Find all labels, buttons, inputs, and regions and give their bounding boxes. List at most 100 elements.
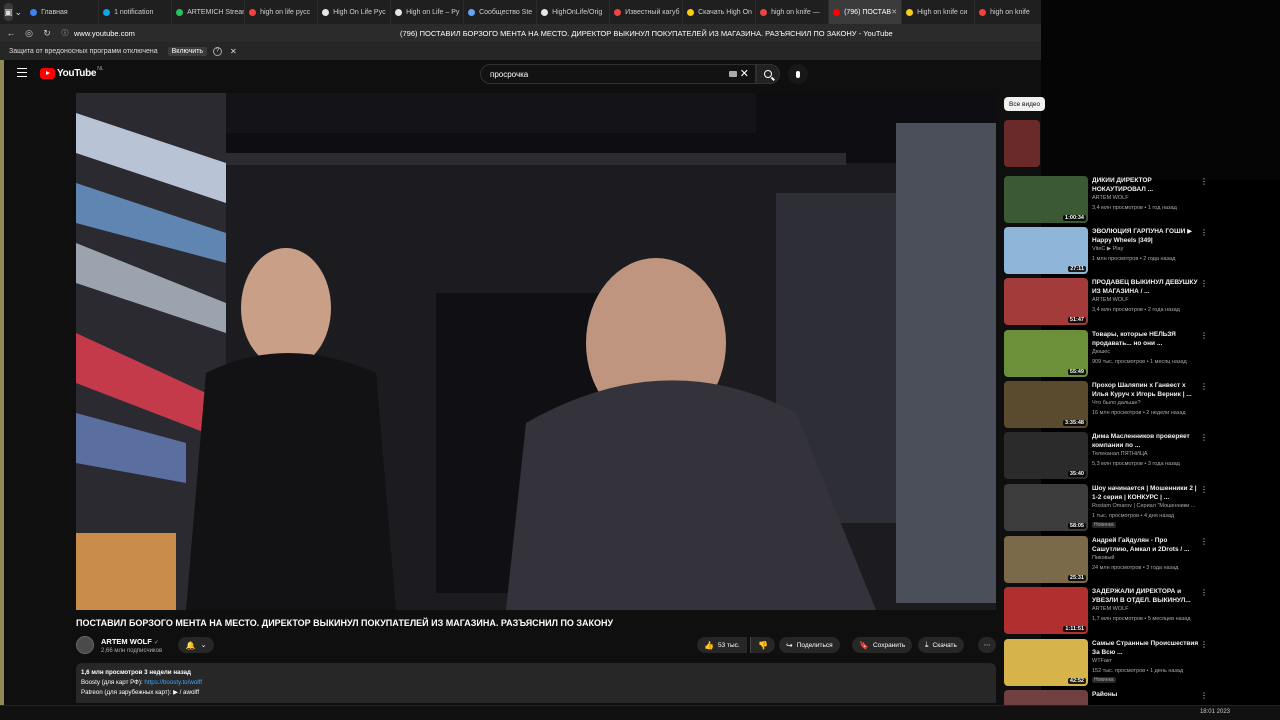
dislike-button[interactable]: 👎	[750, 637, 775, 653]
channel-avatar[interactable]	[76, 636, 94, 654]
like-button[interactable]: 👍 53 тыс.	[697, 637, 747, 653]
more-vert-icon[interactable]: ⋮	[1200, 177, 1208, 186]
browser-tab[interactable]: (796) ПОСТАВ ✕	[829, 0, 903, 24]
recommendation-item[interactable]: 3:35:48 Прохор Шаляпин х Ганвест х Илья К…	[1004, 381, 1210, 428]
reload-menu-icon[interactable]: ◎	[22, 28, 36, 39]
menu-icon[interactable]	[17, 68, 27, 77]
more-vert-icon[interactable]: ⋮	[1200, 228, 1208, 237]
recommendation-channel: ARTEM WOLF	[1092, 606, 1129, 612]
more-vert-icon[interactable]: ⋮	[1200, 691, 1208, 700]
recommendation-item[interactable]: Районы ⋮	[1004, 690, 1210, 705]
url-text[interactable]: www.youtube.com	[74, 29, 135, 38]
recommendation-item[interactable]: 42:52 Самые Странные Происшествия За Всю …	[1004, 639, 1210, 686]
more-vert-icon[interactable]: ⋮	[1200, 279, 1208, 288]
recommendation-partial[interactable]	[1004, 120, 1210, 167]
filter-chip-all[interactable]: Все видео	[1004, 97, 1046, 111]
recommendation-meta: 909 тыс. просмотров • 1 месяц назад	[1092, 359, 1187, 365]
workspace-icon[interactable]: ▣	[4, 3, 13, 21]
recommendation-title: Шоу начинается | Мошенники 2 | 1-2 серия…	[1092, 485, 1197, 501]
help-icon[interactable]: ?	[213, 46, 223, 56]
browser-tab[interactable]: Сообщество Ste	[464, 0, 538, 24]
more-vert-icon[interactable]: ⋮	[1200, 331, 1208, 340]
recommendation-title: ДИКИЙ ДИРЕКТОР НОКАУТИРОВАЛ ...	[1092, 177, 1154, 193]
thumbnail: 27:11	[1004, 227, 1088, 274]
clear-search-icon[interactable]: ✕	[740, 67, 749, 80]
site-info-icon[interactable]: ⓘ	[58, 28, 72, 38]
browser-tab[interactable]: High on Life – Py	[391, 0, 465, 24]
browser-tab[interactable]: ARTEMICH Stream	[172, 0, 246, 24]
tab-favicon-icon	[833, 8, 841, 16]
browser-tab[interactable]: 1 notification	[99, 0, 173, 24]
tab-label: (796) ПОСТАВ	[844, 8, 892, 16]
more-actions-button[interactable]: ⋯	[978, 637, 996, 653]
search-input[interactable]: просрочка ✕	[480, 64, 756, 84]
description-stats: 1,6 млн просмотров 3 недели назад	[81, 669, 191, 676]
tab-list-icon[interactable]: ⌄	[15, 3, 23, 21]
browser-tab[interactable]: high on knife	[975, 0, 1041, 24]
clock: 18:01 2023	[1199, 709, 1230, 715]
browser-tab[interactable]: Известный кагуб	[610, 0, 684, 24]
recommendation-channel: Rostam Omarov | Сериал "Мошенники ...	[1092, 503, 1196, 509]
thumbnail: 35:40	[1004, 432, 1088, 479]
description-box[interactable]: 1,6 млн просмотров 3 недели назад Boosty…	[76, 663, 996, 703]
recommendation-item[interactable]: 27:11 ЭВОЛЮЦИЯ ГАРПУНА ГОШИ ▶ Happy Wheel…	[1004, 227, 1210, 274]
tab-favicon-icon	[395, 8, 403, 16]
video-player[interactable]	[76, 93, 996, 610]
tab-label: High on knife си	[917, 8, 968, 16]
voice-search-button[interactable]	[788, 64, 808, 84]
thumbnail	[1004, 690, 1088, 705]
bell-icon: 🔔	[185, 640, 196, 650]
keyboard-icon[interactable]	[729, 71, 737, 77]
new-badge: Новинка	[1092, 522, 1116, 528]
recommendation-item[interactable]: 55:49 Товары, которые НЕЛЬЗЯ продавать...…	[1004, 330, 1210, 377]
share-button[interactable]: ↪ Поделиться	[779, 637, 840, 653]
tab-label: 1 notification	[114, 8, 154, 16]
browser-tab[interactable]: High On Life Pyc	[318, 0, 392, 24]
thumbnail: 42:52	[1004, 639, 1088, 686]
recommendation-item[interactable]: 35:40 Дима Масленников проверяет компании…	[1004, 432, 1210, 479]
new-badge: Новинка	[1092, 677, 1116, 683]
more-vert-icon[interactable]: ⋮	[1200, 433, 1208, 442]
more-vert-icon[interactable]: ⋮	[1200, 537, 1208, 546]
recommendation-meta: 152 тыс. просмотров • 1 день назад	[1092, 668, 1184, 674]
boosty-link[interactable]: https://boosty.to/wolff	[144, 679, 202, 686]
recommendation-item[interactable]: 58:05 Шоу начинается | Мошенники 2 | 1-2 …	[1004, 484, 1210, 531]
duration-badge: 42:52	[1067, 678, 1086, 684]
boosty-label: Boosty (для карт РФ):	[81, 679, 145, 686]
recommendation-item[interactable]: 51:47 ПРОДАВЕЦ ВЫКИНУЛ ДЕВУШКУ ИЗ МАГАЗИН…	[1004, 278, 1210, 325]
browser-tab[interactable]: Скачать High On	[683, 0, 757, 24]
back-icon[interactable]: ←	[4, 28, 18, 38]
tab-favicon-icon	[979, 8, 987, 16]
browser-tab[interactable]: Главная	[26, 0, 100, 24]
recommendation-item[interactable]: 1:00:34 ДИКИЙ ДИРЕКТОР НОКАУТИРОВАЛ ... AR…	[1004, 176, 1210, 223]
tab-label: Сообщество Ste	[479, 8, 533, 16]
reload-icon[interactable]: ↻	[40, 28, 54, 39]
search-button[interactable]	[756, 64, 780, 84]
recommendation-meta: 16 млн просмотров • 2 недели назад	[1092, 410, 1186, 416]
microphone-icon	[796, 70, 800, 78]
thumbs-down-icon: 👎	[758, 640, 768, 650]
more-vert-icon[interactable]: ⋮	[1200, 640, 1208, 649]
close-tab-icon[interactable]: ✕	[891, 8, 897, 16]
recommendation-item[interactable]: 1:11:51 ЗАДЕРЖАЛИ ДИРЕКТОРА и УВЕЗЛИ В ОТ…	[1004, 587, 1210, 634]
subscription-bell-button[interactable]: 🔔 ⌄	[178, 637, 214, 653]
page-title: (796) ПОСТАВИЛ БОРЗОГО МЕНТА НА МЕСТО. Д…	[400, 28, 893, 38]
more-vert-icon[interactable]: ⋮	[1200, 485, 1208, 494]
youtube-logo[interactable]: YouTube NL	[40, 66, 104, 79]
browser-tab[interactable]: High on knife си	[902, 0, 976, 24]
download-button[interactable]: ⤓ Скачать	[918, 637, 964, 653]
more-vert-icon[interactable]: ⋮	[1200, 588, 1208, 597]
close-icon[interactable]: ✕	[230, 47, 237, 56]
enable-button[interactable]: Включить	[167, 46, 208, 56]
save-button[interactable]: 🔖 Сохранить	[852, 637, 913, 653]
channel-name[interactable]: ARTEM WOLF ✓	[101, 637, 159, 646]
more-vert-icon[interactable]: ⋮	[1200, 382, 1208, 391]
tab-label: high on knife —	[771, 8, 820, 16]
security-infobar: Защита от вредоносных программ отключена…	[0, 42, 1041, 60]
browser-tab[interactable]: high on life русс	[245, 0, 319, 24]
browser-tab[interactable]: HighOnLife/Orig	[537, 0, 611, 24]
thumbnail	[1004, 120, 1040, 167]
recommendation-item[interactable]: 25:31 Андрей Гайдулян - Про Сашутлию, Амк…	[1004, 536, 1210, 583]
thumbnail: 58:05	[1004, 484, 1088, 531]
browser-tab[interactable]: high on knife —	[756, 0, 830, 24]
